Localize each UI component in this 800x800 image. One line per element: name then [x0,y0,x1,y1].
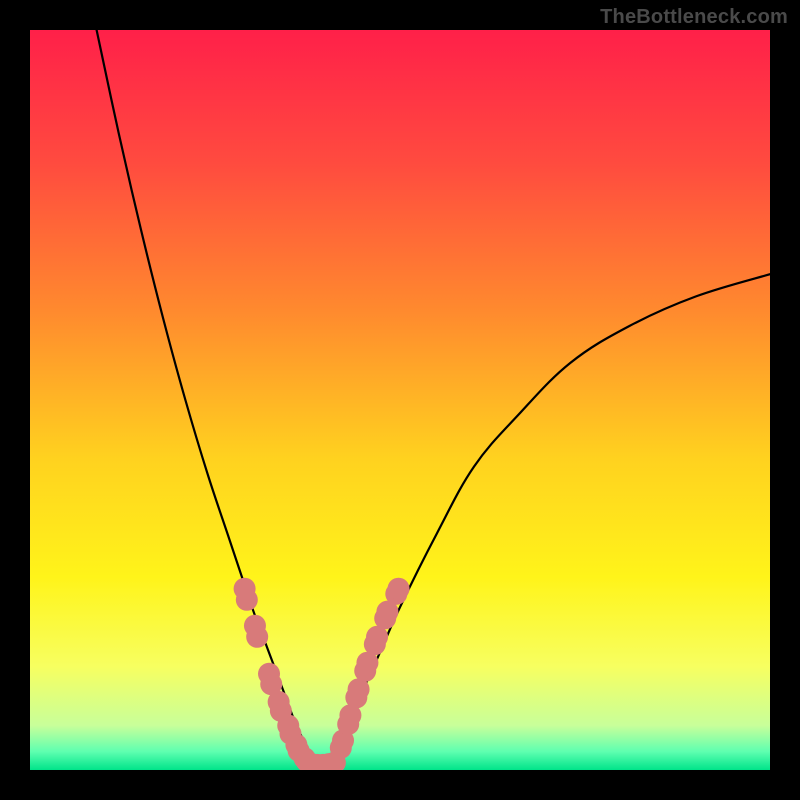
marker-markers-left [236,589,258,611]
gradient-background [30,30,770,770]
plot-svg [30,30,770,770]
marker-markers-left [246,626,268,648]
chart-stage: TheBottleneck.com [0,0,800,800]
marker-markers-right [388,578,410,600]
watermark-text: TheBottleneck.com [600,6,788,29]
plot-area [30,30,770,770]
